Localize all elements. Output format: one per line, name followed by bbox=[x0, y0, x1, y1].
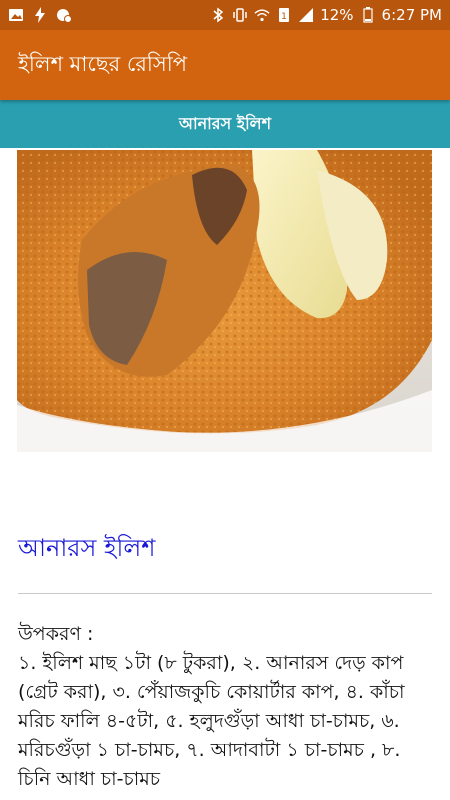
sim-icon: 1 bbox=[276, 7, 292, 23]
bluetooth-icon bbox=[210, 7, 226, 23]
divider bbox=[18, 593, 432, 594]
vibrate-icon bbox=[232, 7, 248, 23]
battery-percent: 12% bbox=[320, 6, 354, 24]
app-title: ইলিশ মাছের রেসিপি bbox=[18, 51, 188, 76]
ingredients-heading: উপকরণ : bbox=[18, 623, 94, 645]
flash-icon bbox=[32, 7, 48, 23]
recipe-header-title: আনারস ইলিশ bbox=[178, 113, 272, 133]
status-bar: 1 12% 6:27 PM bbox=[0, 0, 450, 30]
recipe-ingredients: উপকরণ : ১. ইলিশ মাছ ১টা (৮ টুকরা), ২. আন… bbox=[18, 620, 434, 794]
battery-icon bbox=[360, 7, 376, 23]
recipe-header-bar: আনারস ইলিশ bbox=[0, 100, 450, 148]
recipe-title: আনারস ইলিশ bbox=[18, 534, 156, 562]
app-bar: ইলিশ মাছের রেসিপি bbox=[0, 30, 450, 100]
data-saver-icon bbox=[56, 7, 72, 23]
signal-icon bbox=[298, 7, 314, 23]
svg-text:1: 1 bbox=[281, 12, 287, 22]
image-icon bbox=[8, 7, 24, 23]
ingredients-list: ১. ইলিশ মাছ ১টা (৮ টুকরা), ২. আনারস দেড়… bbox=[18, 652, 405, 790]
clock: 6:27 PM bbox=[381, 6, 442, 24]
recipe-image bbox=[17, 150, 432, 452]
wifi-icon bbox=[254, 7, 270, 23]
